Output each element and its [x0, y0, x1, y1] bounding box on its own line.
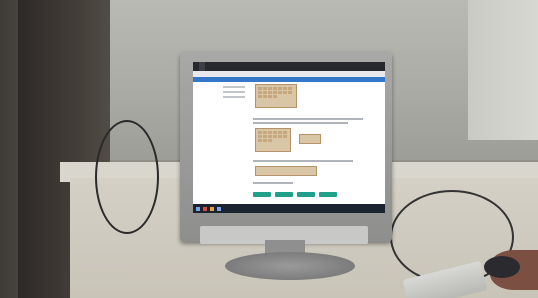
puzzle-image-middle	[255, 128, 291, 152]
app-icon[interactable]	[210, 206, 214, 211]
puzzle-strip	[255, 166, 317, 176]
start-icon[interactable]	[196, 206, 200, 211]
monitor-base	[225, 252, 355, 280]
mouse	[484, 256, 520, 278]
answer-button[interactable]	[253, 192, 271, 197]
answer-button[interactable]	[297, 192, 315, 197]
puzzle-piece-small	[299, 134, 321, 144]
text-line	[253, 122, 348, 124]
right-wall	[468, 0, 538, 140]
answer-buttons	[253, 192, 337, 197]
os-taskbar	[193, 204, 385, 213]
monitor-screen	[193, 62, 385, 213]
puzzle-image-top	[255, 84, 297, 108]
text-line	[253, 160, 353, 162]
photo-scene	[0, 0, 538, 298]
answer-button[interactable]	[319, 192, 337, 197]
cable-left	[95, 120, 159, 234]
answer-button[interactable]	[275, 192, 293, 197]
app-icon[interactable]	[217, 206, 221, 211]
text-line	[253, 118, 363, 120]
app-icon[interactable]	[203, 206, 207, 211]
page-content	[193, 82, 385, 204]
browser-tabbar	[193, 62, 385, 71]
browser-tab[interactable]	[205, 62, 211, 71]
text-line	[253, 182, 293, 184]
page-left-nav	[223, 86, 245, 146]
